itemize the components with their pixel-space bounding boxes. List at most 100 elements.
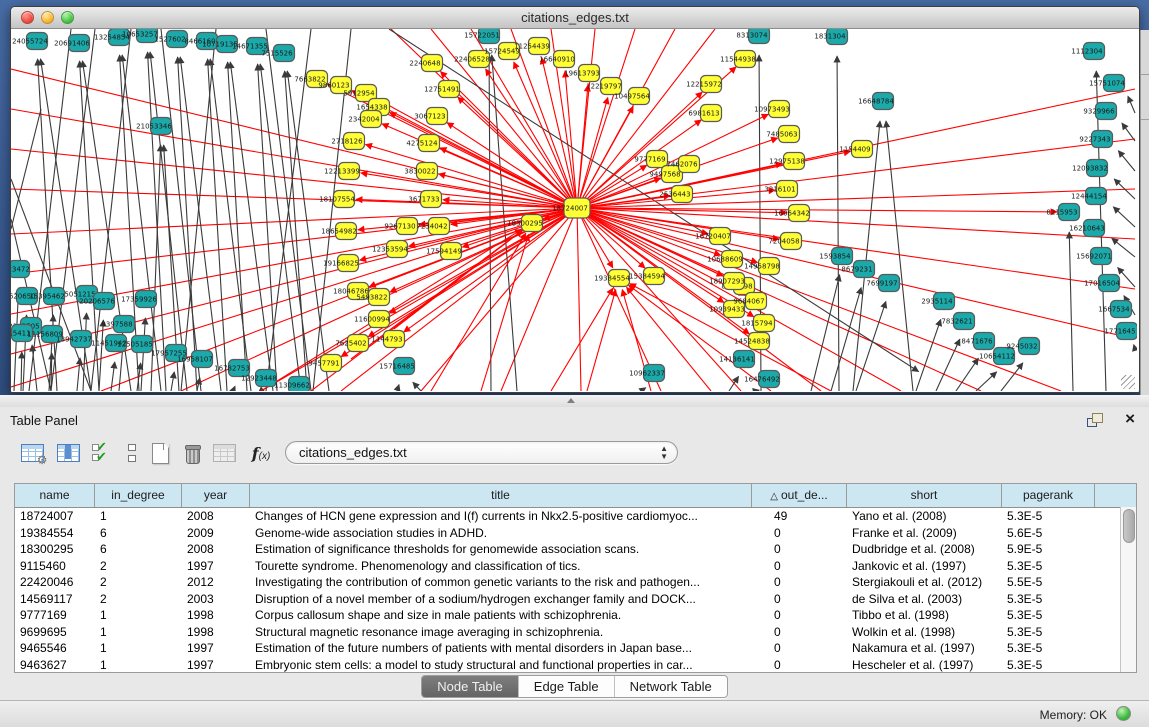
table-cell: 5.9E-5 <box>1002 541 1095 558</box>
graph-node[interactable]: 16648784 <box>858 93 894 110</box>
graph-node[interactable]: 7832621 <box>941 313 974 330</box>
graph-node[interactable]: 16210643 <box>1069 220 1105 237</box>
graph-node[interactable]: 2935114 <box>921 293 954 310</box>
table-cell: 5.3E-5 <box>1002 640 1095 657</box>
column-header-title[interactable]: title <box>250 484 752 507</box>
graph-node[interactable]: 8215953 <box>1046 204 1079 221</box>
delete-table-icon[interactable] <box>210 439 238 467</box>
graph-node[interactable]: 11600994 <box>354 311 390 328</box>
graph-node[interactable]: 6981613 <box>688 105 721 122</box>
graph-node[interactable]: 17359926 <box>121 291 157 308</box>
graph-node[interactable]: 24055724 <box>12 33 48 50</box>
table-row[interactable]: 969969511998Structural magnetic resonanc… <box>15 624 1136 641</box>
graph-node[interactable]: 3830022 <box>404 163 437 180</box>
column-header-name[interactable]: name <box>15 484 95 507</box>
graph-node[interactable]: 14524838 <box>734 333 770 350</box>
graph-node[interactable]: 2342004 <box>348 111 381 128</box>
scrollbar-thumb[interactable] <box>1123 509 1135 543</box>
tab-node-table[interactable]: Node Table <box>422 676 519 697</box>
graph-node[interactable]: 11309662 <box>274 377 310 392</box>
citation-network-graph[interactable]: 2405572420691406132548541065325715276028… <box>11 29 1137 391</box>
graph-node[interactable]: 19384554 <box>594 270 630 287</box>
graph-node-label: 17594149 <box>426 248 462 256</box>
graph-node[interactable]: 10823472 <box>11 261 30 278</box>
table-row[interactable]: 911546021997Tourette syndrome. Phenomeno… <box>15 558 1136 575</box>
graph-node[interactable]: 12093832 <box>1072 160 1108 177</box>
graph-node-label: 2935114 <box>921 298 953 306</box>
hide-rows-icon[interactable] <box>118 439 146 467</box>
graph-node[interactable]: 1831304 <box>814 29 847 45</box>
graph-node[interactable]: 15716485 <box>379 358 415 375</box>
graph-node[interactable]: 12215972 <box>686 76 722 93</box>
tab-network-table[interactable]: Network Table <box>615 676 727 697</box>
table-row[interactable]: 946554611997Estimation of the future num… <box>15 640 1136 657</box>
graph-node-label: 10688609 <box>707 256 743 264</box>
table-row[interactable]: 946362711997Embryonic stem cells: a mode… <box>15 657 1136 674</box>
graph-node[interactable]: 4275124 <box>406 135 439 152</box>
column-header-pagerank[interactable]: pagerank <box>1002 484 1095 507</box>
graph-node[interactable]: 2718126 <box>331 133 364 150</box>
graph-node[interactable]: 3671733 <box>408 191 441 208</box>
table-cell: Wolkin et al. (1998) <box>847 624 1002 641</box>
table-row[interactable]: 1938455462009Genome-wide association stu… <box>15 525 1136 542</box>
graph-node[interactable]: 1154409 <box>839 141 872 158</box>
close-panel-icon[interactable]: × <box>1125 409 1135 429</box>
graph-node[interactable]: 1771645 <box>1104 323 1137 340</box>
show-columns-icon[interactable] <box>54 439 82 467</box>
column-header-year[interactable]: year <box>182 484 250 507</box>
table-selector-dropdown[interactable]: citations_edges.txt ▲▼ <box>285 441 678 464</box>
create-column-icon[interactable] <box>146 439 174 467</box>
graph-node[interactable]: 1527602 <box>154 31 187 48</box>
float-panel-icon[interactable] <box>1087 413 1103 427</box>
column-header-in_degree[interactable]: in_degree <box>95 484 182 507</box>
graph-node[interactable]: 9329966 <box>1083 103 1116 120</box>
graph-node[interactable]: 1815794 <box>741 315 774 332</box>
column-header-short[interactable]: short <box>847 484 1002 507</box>
graph-node[interactable]: 18907293 <box>709 273 745 290</box>
table-row[interactable]: 2242004622012Investigating the contribut… <box>15 574 1136 591</box>
graph-node[interactable]: 7234042 <box>416 218 449 235</box>
graph-node[interactable]: 12751491 <box>424 81 460 98</box>
network-canvas[interactable]: 2405572420691406132548541065325715276028… <box>11 29 1137 391</box>
graph-node[interactable]: 14136141 <box>719 351 755 368</box>
divider-handle-icon[interactable] <box>567 398 577 404</box>
graph-node[interactable]: 8313074 <box>736 29 769 44</box>
graph-node[interactable]: 15692071 <box>1076 248 1112 265</box>
graph-node[interactable]: 1144793 <box>371 331 404 348</box>
network-window-titlebar[interactable]: citations_edges.txt <box>11 7 1139 29</box>
graph-node[interactable]: 16476492 <box>744 371 780 388</box>
vertical-scrollbar[interactable] <box>1120 507 1136 672</box>
function-builder-icon[interactable]: f(x) <box>244 439 278 467</box>
graph-node[interactable]: 15384594 <box>629 268 665 285</box>
tab-edge-table[interactable]: Edge Table <box>519 676 615 697</box>
graph-node[interactable]: 19166825 <box>323 255 359 272</box>
graph-node[interactable]: 9457791 <box>308 355 341 372</box>
graph-node[interactable]: 11544938 <box>720 51 756 68</box>
graph-node[interactable]: 12353594 <box>372 241 408 258</box>
graph-node[interactable]: 20691406 <box>54 35 90 52</box>
graph-node[interactable]: 7204058 <box>768 233 801 250</box>
graph-node[interactable]: 1593854 <box>819 248 852 265</box>
graph-node[interactable]: 7625402 <box>335 335 368 352</box>
table-row[interactable]: 977716911998Corpus callosum shape and si… <box>15 607 1136 624</box>
graph-node[interactable]: 15722051 <box>464 29 500 44</box>
graph-node[interactable]: 1112304 <box>1071 43 1104 60</box>
graph-node[interactable]: 15751074 <box>1089 75 1125 92</box>
window-resize-grip[interactable] <box>1121 375 1135 389</box>
table-row[interactable]: 1830029562008Estimation of significance … <box>15 541 1136 558</box>
graph-node[interactable]: 2240648 <box>409 55 442 72</box>
panel-divider[interactable] <box>0 395 1149 407</box>
delete-column-icon[interactable] <box>178 439 206 467</box>
graph-node[interactable]: 10962337 <box>629 365 665 382</box>
graph-node[interactable]: 9267130 <box>384 218 417 235</box>
graph-node[interactable]: 18107554 <box>319 191 355 208</box>
table-row[interactable]: 1456911722003Disruption of a novel membe… <box>15 591 1136 608</box>
column-header-out_de[interactable]: △out_de... <box>752 484 847 507</box>
select-all-columns-icon[interactable] <box>88 439 116 467</box>
graph-node[interactable]: 17016504 <box>1084 275 1120 292</box>
graph-node[interactable]: 12444154 <box>1071 188 1107 205</box>
graph-node[interactable]: 8471676 <box>961 333 994 350</box>
table-mode-icon[interactable]: ⚙ <box>18 439 46 467</box>
table-row[interactable]: 1872400712008Changes of HCN gene express… <box>15 508 1136 525</box>
graph-node[interactable]: 3216101 <box>764 181 797 198</box>
